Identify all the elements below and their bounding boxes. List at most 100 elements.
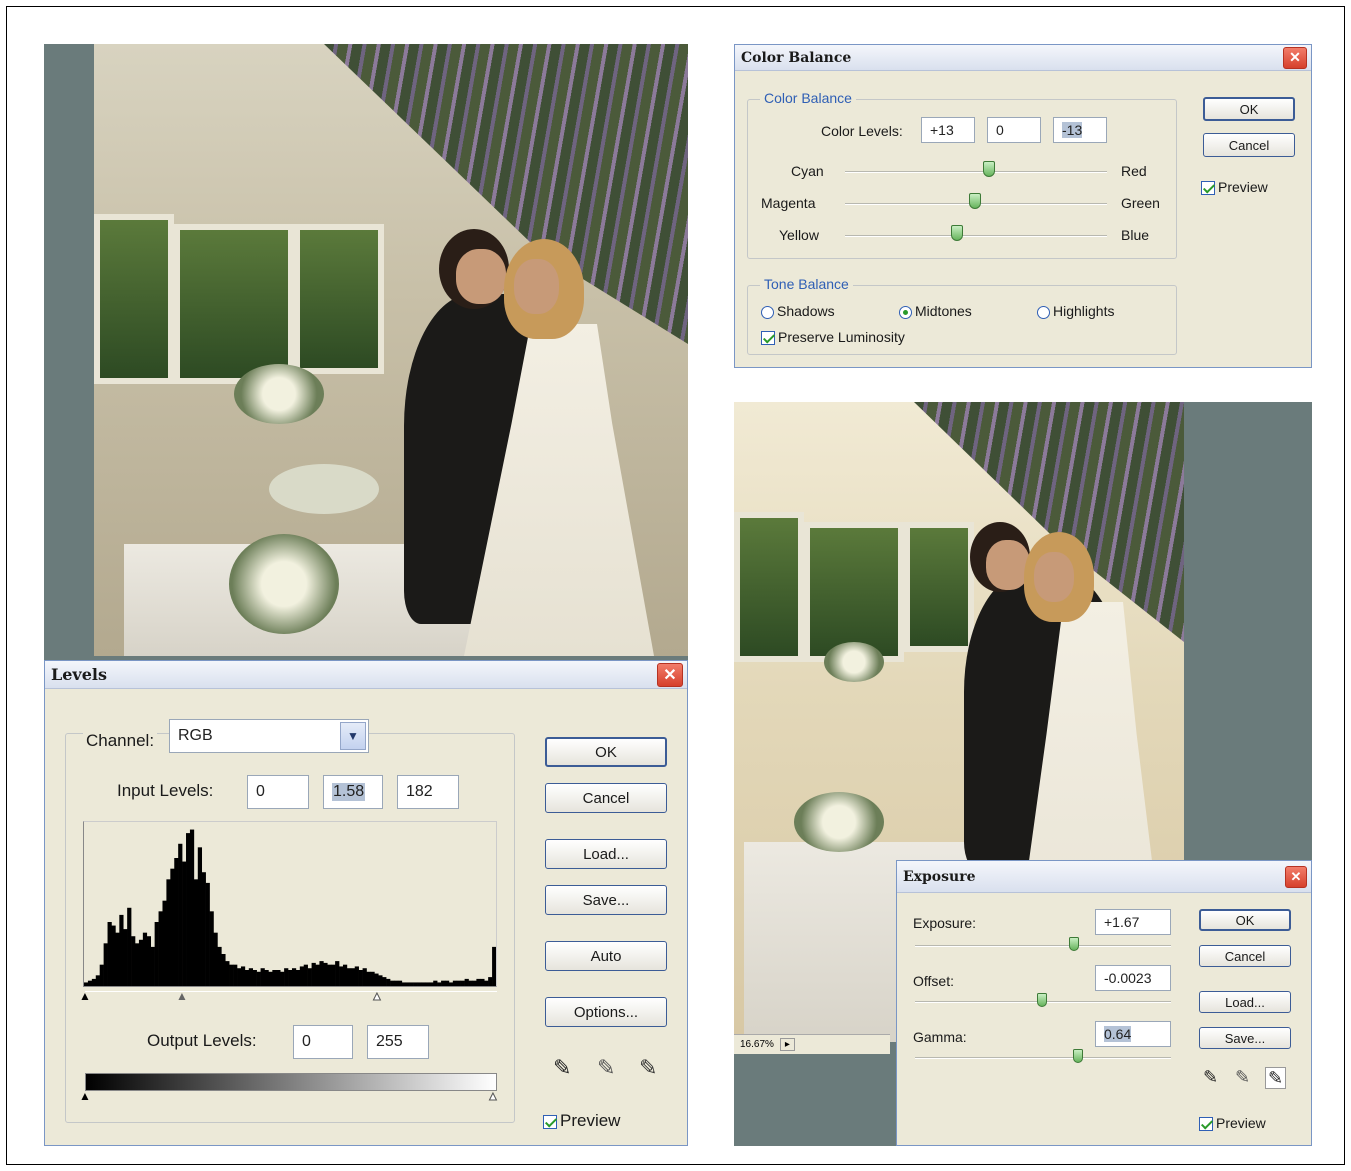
output-white-field[interactable]: 255 — [367, 1025, 429, 1059]
histogram-bar — [452, 980, 458, 986]
output-white-slider[interactable]: ▲ — [487, 1089, 500, 1104]
color-level-magenta-green[interactable]: 0 — [987, 117, 1041, 143]
levels-load-button[interactable]: Load... — [545, 839, 667, 869]
exposure-gray-eyedropper-icon[interactable]: ✎ — [1235, 1067, 1250, 1088]
exposure-ok-button[interactable]: OK — [1199, 909, 1291, 931]
levels-preview-checkbox[interactable]: Preview — [543, 1111, 620, 1131]
histogram-bar — [378, 975, 383, 986]
yellow-blue-slider[interactable] — [951, 225, 963, 241]
gamma-track — [915, 1057, 1171, 1059]
color-balance-cancel-button[interactable]: Cancel — [1203, 133, 1295, 157]
input-levels-label: Input Levels: — [117, 781, 214, 800]
output-levels-label: Output Levels: — [147, 1031, 257, 1050]
color-balance-titlebar: Color Balance ✕ — [735, 45, 1311, 71]
magenta-green-slider[interactable] — [969, 193, 981, 209]
output-gradient — [85, 1073, 497, 1091]
channel-select-value: RGB — [178, 727, 213, 744]
histogram-bar — [240, 966, 246, 986]
white-eyedropper-icon[interactable]: ✎ — [639, 1055, 657, 1081]
offset-field[interactable]: -0.0023 — [1095, 965, 1171, 991]
histogram-bar — [429, 982, 434, 986]
highlights-radio-icon[interactable] — [1037, 305, 1050, 319]
exposure-cancel-button[interactable]: Cancel — [1199, 945, 1291, 967]
midtones-radio[interactable]: Midtones — [899, 303, 972, 319]
output-black-slider[interactable]: ▲ — [79, 1089, 91, 1103]
color-balance-title: Color Balance — [741, 49, 852, 66]
status-zoom[interactable]: 16.67% — [734, 1039, 780, 1050]
input-black-field[interactable]: 0 — [247, 775, 309, 809]
exposure-white-eyedropper-icon[interactable]: ✎ — [1265, 1067, 1287, 1089]
gray-eyedropper-icon[interactable]: ✎ — [597, 1055, 615, 1081]
color-balance-preview-label: Preview — [1218, 179, 1268, 195]
color-balance-close-icon[interactable]: ✕ — [1283, 46, 1307, 69]
channel-select[interactable]: RGB ▼ — [169, 719, 369, 753]
exposure-load-button[interactable]: Load... — [1199, 991, 1291, 1013]
histogram-bar — [95, 975, 100, 986]
exposure-track — [915, 945, 1171, 947]
histogram-bar — [288, 970, 293, 986]
histogram-bar — [201, 872, 206, 986]
exposure-preview-checkbox[interactable]: Preview — [1199, 1115, 1266, 1132]
histogram-bar — [480, 978, 485, 986]
output-black-field[interactable]: 0 — [293, 1025, 353, 1059]
histogram-bar — [303, 964, 308, 986]
color-balance-preview-check-icon[interactable] — [1201, 181, 1215, 196]
exposure-slider[interactable] — [1069, 937, 1079, 951]
highlights-radio[interactable]: Highlights — [1037, 303, 1114, 319]
input-gamma-field[interactable]: 1.58 — [323, 775, 383, 809]
input-gamma-value: 1.58 — [332, 783, 366, 801]
histogram-bar — [358, 970, 363, 986]
preserve-luminosity-label: Preserve Luminosity — [778, 329, 905, 345]
levels-close-icon[interactable]: ✕ — [657, 662, 683, 687]
exposure-preview-check-icon[interactable] — [1199, 1117, 1213, 1132]
color-balance-dialog: Color Balance ✕ Color Balance Color Leve… — [734, 44, 1312, 368]
black-eyedropper-icon[interactable]: ✎ — [553, 1055, 571, 1081]
input-gamma-slider[interactable]: ▲ — [176, 989, 188, 1003]
histogram-bars — [84, 829, 496, 986]
input-black-slider[interactable]: ▲ — [79, 989, 91, 1003]
levels-title: Levels — [51, 665, 107, 684]
gamma-label: Gamma: — [913, 1029, 967, 1045]
levels-cancel-button[interactable]: Cancel — [545, 783, 667, 813]
tone-balance-group-label: Tone Balance — [760, 276, 853, 292]
chevron-down-icon[interactable]: ▼ — [340, 722, 366, 750]
wedding-photo-left — [94, 44, 688, 656]
shadows-radio-icon[interactable] — [761, 305, 774, 319]
color-balance-ok-button[interactable]: OK — [1203, 97, 1295, 121]
exposure-black-eyedropper-icon[interactable]: ✎ — [1203, 1067, 1218, 1088]
channel-label: Channel: — [83, 731, 158, 751]
levels-auto-button[interactable]: Auto — [545, 941, 667, 971]
exposure-save-button[interactable]: Save... — [1199, 1027, 1291, 1049]
levels-save-button[interactable]: Save... — [545, 885, 667, 915]
gamma-slider[interactable] — [1073, 1049, 1083, 1063]
histogram-bar — [158, 911, 163, 986]
levels-options-button[interactable]: Options... — [545, 997, 667, 1027]
histogram-bar — [221, 954, 226, 986]
histogram-bar — [299, 966, 305, 986]
histogram-bar — [229, 964, 234, 986]
shadows-radio[interactable]: Shadows — [761, 303, 835, 319]
levels-preview-check-icon[interactable] — [543, 1114, 557, 1129]
midtones-radio-icon[interactable] — [899, 305, 912, 319]
preserve-luminosity-checkbox[interactable]: Preserve Luminosity — [761, 329, 905, 346]
histogram-bar — [488, 977, 493, 986]
offset-slider[interactable] — [1037, 993, 1047, 1007]
color-level-cyan-red[interactable]: +13 — [921, 117, 975, 143]
preserve-luminosity-check-icon[interactable] — [761, 331, 775, 346]
histogram-bar — [405, 982, 410, 986]
input-white-slider[interactable]: ▲ — [371, 989, 384, 1004]
levels-ok-button[interactable]: OK — [545, 737, 667, 767]
color-balance-preview-checkbox[interactable]: Preview — [1201, 179, 1268, 196]
histogram-bar — [99, 964, 104, 986]
histogram-bar — [189, 829, 195, 986]
gamma-field[interactable]: 0.64 — [1095, 1021, 1171, 1047]
histogram-bar — [397, 980, 403, 986]
status-arrow-icon[interactable]: ▸ — [779, 1038, 795, 1051]
cyan-red-track — [845, 171, 1107, 173]
exposure-field[interactable]: +1.67 — [1095, 909, 1171, 935]
input-white-field[interactable]: 182 — [397, 775, 459, 809]
histogram-bar — [346, 968, 352, 986]
cyan-red-slider[interactable] — [983, 161, 995, 177]
exposure-close-icon[interactable]: ✕ — [1285, 865, 1307, 888]
color-level-yellow-blue[interactable]: -13 — [1053, 117, 1107, 143]
